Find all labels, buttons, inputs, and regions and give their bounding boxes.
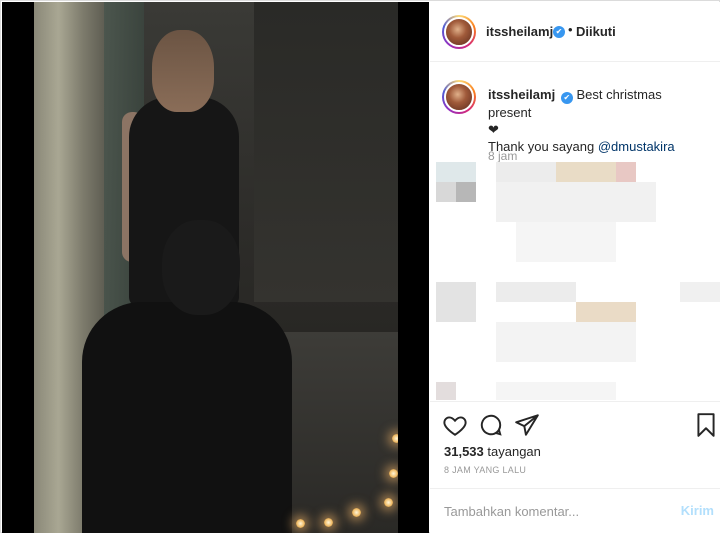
posted-time: 8 JAM YANG LALU xyxy=(444,465,527,475)
comment-icon[interactable] xyxy=(478,412,504,438)
blurred-comment xyxy=(436,162,476,182)
blurred-comment xyxy=(436,382,456,400)
caption: itssheilamj ✔ Best christmas present ❤ T… xyxy=(430,64,720,164)
video-frame[interactable] xyxy=(34,2,398,533)
candle xyxy=(392,434,398,443)
follow-status-button[interactable]: Diikuti xyxy=(576,24,616,39)
share-icon[interactable] xyxy=(514,412,540,438)
blurred-comment xyxy=(456,182,476,202)
blurred-comment xyxy=(516,222,616,262)
post-header: itssheilamj ✔ • Diikuti xyxy=(430,2,720,62)
blurred-comment xyxy=(436,282,476,322)
post-media[interactable] xyxy=(2,2,429,533)
blurred-comment xyxy=(496,282,576,302)
comment-box: Kirim xyxy=(430,488,720,533)
view-count[interactable]: 31,533 tayangan xyxy=(444,444,541,459)
blurred-comment xyxy=(496,182,656,222)
heart-emoji: ❤ xyxy=(488,122,499,137)
background-wall xyxy=(254,2,398,302)
header-username[interactable]: itssheilamj xyxy=(486,24,553,39)
mention-link[interactable]: @dmustakira xyxy=(598,139,675,154)
candle xyxy=(389,469,398,478)
bookmark-icon[interactable] xyxy=(693,412,719,438)
blurred-comment xyxy=(496,322,636,362)
post-side-panel: itssheilamj ✔ • Diikuti itssheilamj ✔ Be… xyxy=(430,2,720,533)
blurred-comment xyxy=(556,162,616,182)
man-head xyxy=(162,220,240,315)
verified-badge-icon: ✔ xyxy=(560,92,573,104)
caption-username[interactable]: itssheilamj xyxy=(488,87,555,102)
verified-badge-icon: ✔ xyxy=(553,26,565,38)
avatar[interactable] xyxy=(442,15,476,49)
view-count-label: tayangan xyxy=(487,444,541,459)
blurred-comment xyxy=(616,162,636,182)
blurred-comment xyxy=(576,302,636,322)
view-count-number: 31,533 xyxy=(444,444,484,459)
separator-dot: • xyxy=(568,22,573,37)
heart-outline-icon[interactable] xyxy=(442,412,468,438)
woman-head xyxy=(152,30,214,112)
blurred-comment xyxy=(496,162,556,182)
candle xyxy=(324,518,333,527)
blurred-comments xyxy=(430,160,720,400)
candle xyxy=(384,498,393,507)
comment-input[interactable] xyxy=(444,504,664,519)
blurred-comment xyxy=(680,282,720,302)
candle xyxy=(296,519,305,528)
blurred-comment xyxy=(436,182,456,202)
instagram-post: itssheilamj ✔ • Diikuti itssheilamj ✔ Be… xyxy=(0,0,720,533)
blurred-comment xyxy=(496,382,616,400)
man-figure xyxy=(82,302,292,533)
caption-avatar[interactable] xyxy=(442,80,476,114)
caption-text: itssheilamj ✔ Best christmas present ❤ T… xyxy=(488,86,708,155)
candle xyxy=(352,508,361,517)
post-comment-button[interactable]: Kirim xyxy=(681,503,714,518)
